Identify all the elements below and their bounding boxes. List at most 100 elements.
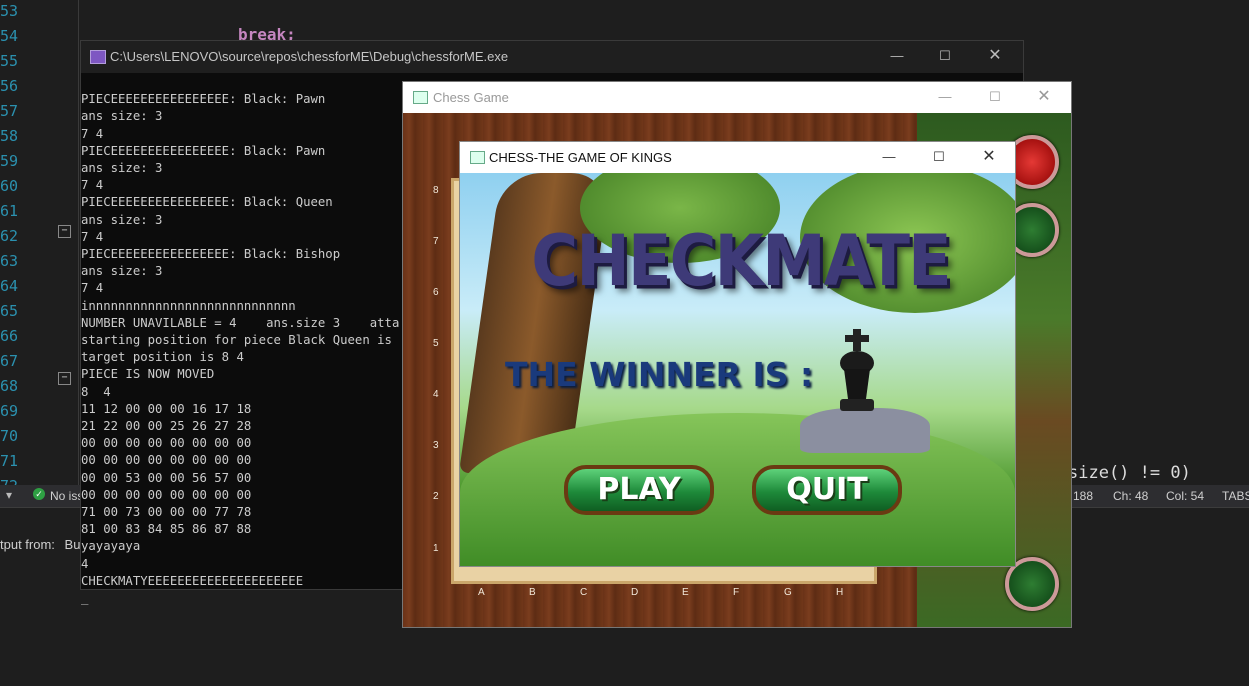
console-line: 81 00 83 84 85 86 87 88 — [81, 522, 252, 537]
black-king-icon — [840, 329, 874, 411]
grass-hill — [460, 413, 1015, 566]
check-icon: ✓ — [33, 488, 45, 500]
close-button[interactable]: ✕ — [965, 142, 1013, 172]
rank-label: 4 — [433, 389, 439, 400]
rank-label: 1 — [433, 543, 439, 554]
line-number: 60 — [0, 177, 19, 195]
close-button[interactable]: ✕ — [971, 41, 1019, 71]
console-app-icon — [90, 50, 106, 64]
minimize-button[interactable]: — — [865, 142, 913, 172]
console-line: PIECEEEEEEEEEEEEEEEE: Black: Pawn — [81, 143, 326, 158]
console-line: 4 — [81, 556, 89, 571]
rank-label: 3 — [433, 440, 439, 451]
line-number: 72 — [0, 477, 30, 485]
chevron-down-icon[interactable]: ▾ — [6, 488, 12, 502]
file-label: H — [836, 587, 844, 598]
indent-guide — [78, 0, 79, 485]
line-number: 65 — [0, 302, 19, 320]
maximize-button[interactable]: ☐ — [915, 142, 963, 172]
play-button[interactable]: PLAY — [564, 465, 714, 515]
console-output: PIECEEEEEEEEEEEEEEEE: Black: Pawn ans siz… — [81, 74, 399, 642]
line-number: 54 — [0, 27, 19, 45]
line-number: 58 — [0, 127, 19, 145]
line-number: 69 — [0, 402, 19, 420]
console-line: 21 22 00 00 25 26 27 28 — [81, 419, 252, 434]
line-number: 66 — [0, 327, 19, 345]
console-line: innnnnnnnnnnnnnnnnnnnnnnnnnnn — [81, 298, 296, 313]
forest-background: CHECKMATE THE WINNER IS : PLAY QUIT — [460, 173, 1015, 566]
line-number: 67 — [0, 352, 19, 370]
console-line: ans size: 3 — [81, 109, 163, 124]
line-number: 68 — [0, 377, 19, 395]
console-line: target position is 8 4 — [81, 350, 244, 365]
console-line: 00 00 00 00 00 00 00 00 — [81, 487, 252, 502]
file-label: F — [733, 587, 740, 598]
file-label: A — [478, 587, 485, 598]
console-line: CHECKMATYEEEEEEEEEEEEEEEEEEEEE — [81, 573, 304, 588]
console-line: starting position for piece Black Queen … — [81, 333, 392, 348]
checkmate-dialog: CHESS-THE GAME OF KINGS — ☐ ✕ CHECKMATE … — [459, 141, 1016, 567]
quit-button[interactable]: QUIT — [752, 465, 902, 515]
line-number: 71 — [0, 452, 19, 470]
rank-label: 5 — [433, 338, 439, 349]
console-line: 7 4 — [81, 229, 104, 244]
dialog-title: CHESS-THE GAME OF KINGS — [489, 150, 672, 165]
winner-text: THE WINNER IS : — [505, 355, 814, 394]
console-line: ans size: 3 — [81, 264, 163, 279]
code-fragment: size() != 0) — [1068, 463, 1191, 483]
line-number: 56 — [0, 77, 19, 95]
console-line: ans size: 3 — [81, 161, 163, 176]
collapse-toggle[interactable]: − — [58, 225, 71, 238]
console-line: PIECEEEEEEEEEEEEEEEE: Black: Pawn — [81, 92, 326, 107]
line-number: 55 — [0, 52, 19, 70]
console-line: 7 4 — [81, 281, 104, 296]
char-indicator: Ch: 48 — [1113, 489, 1149, 503]
rank-label: 7 — [433, 236, 439, 247]
rank-label: 6 — [433, 287, 439, 298]
line-number: 61 — [0, 202, 19, 220]
dialog-titlebar[interactable]: CHESS-THE GAME OF KINGS — ☐ ✕ — [460, 142, 1015, 173]
minimize-button[interactable]: — — [873, 41, 921, 71]
console-line: 71 00 73 00 00 00 77 78 — [81, 505, 252, 520]
file-label: C — [580, 587, 588, 598]
file-label: B — [529, 587, 536, 598]
line-number: 62 — [0, 227, 19, 245]
line-indicator: 188 — [1073, 489, 1094, 503]
file-label: E — [682, 587, 689, 598]
console-line: PIECE IS NOW MOVED — [81, 367, 215, 382]
console-title: C:\Users\LENOVO\source\repos\chessforME\… — [110, 49, 509, 64]
console-line: 00 00 00 00 00 00 00 00 — [81, 436, 252, 451]
minimize-button[interactable]: — — [921, 82, 969, 112]
console-cursor: _ — [81, 591, 89, 606]
line-number: 64 — [0, 277, 19, 295]
rank-label: 8 — [433, 185, 439, 196]
line-number-gutter: 53 54 55 56 57 58 59 60 61 62 63 64 65 6… — [0, 0, 62, 490]
console-line: 00 00 00 00 00 00 00 00 — [81, 453, 252, 468]
console-line: 00 00 53 00 00 56 57 00 — [81, 470, 252, 485]
console-line: PIECEEEEEEEEEEEEEEEE: Black: Queen — [81, 195, 333, 210]
app-icon — [470, 151, 485, 164]
chess-titlebar[interactable]: Chess Game — ☐ ✕ — [403, 82, 1071, 113]
line-number: 63 — [0, 252, 19, 270]
collapse-toggle[interactable]: − — [58, 372, 71, 385]
output-label: tput from: — [0, 537, 55, 552]
console-line: ans size: 3 — [81, 212, 163, 227]
console-line: 7 4 — [81, 178, 104, 193]
chess-window-title: Chess Game — [433, 90, 509, 105]
console-titlebar[interactable]: C:\Users\LENOVO\source\repos\chessforME\… — [81, 41, 1023, 73]
maximize-button[interactable]: ☐ — [921, 41, 969, 71]
line-number: 70 — [0, 427, 19, 445]
app-icon — [413, 91, 428, 104]
console-line: 11 12 00 00 00 16 17 18 — [81, 401, 252, 416]
console-line: PIECEEEEEEEEEEEEEEEE: Black: Bishop — [81, 247, 341, 262]
output-source-select[interactable]: Bu — [65, 537, 81, 552]
console-line: 7 4 — [81, 126, 104, 141]
issues-status[interactable]: No iss — [50, 489, 83, 503]
file-label: D — [631, 587, 639, 598]
maximize-button[interactable]: ☐ — [971, 82, 1019, 112]
line-number: 59 — [0, 152, 19, 170]
tabs-indicator[interactable]: TABS — [1222, 489, 1249, 503]
rank-label: 2 — [433, 491, 439, 502]
close-button[interactable]: ✕ — [1020, 82, 1068, 112]
file-label: G — [784, 587, 792, 598]
